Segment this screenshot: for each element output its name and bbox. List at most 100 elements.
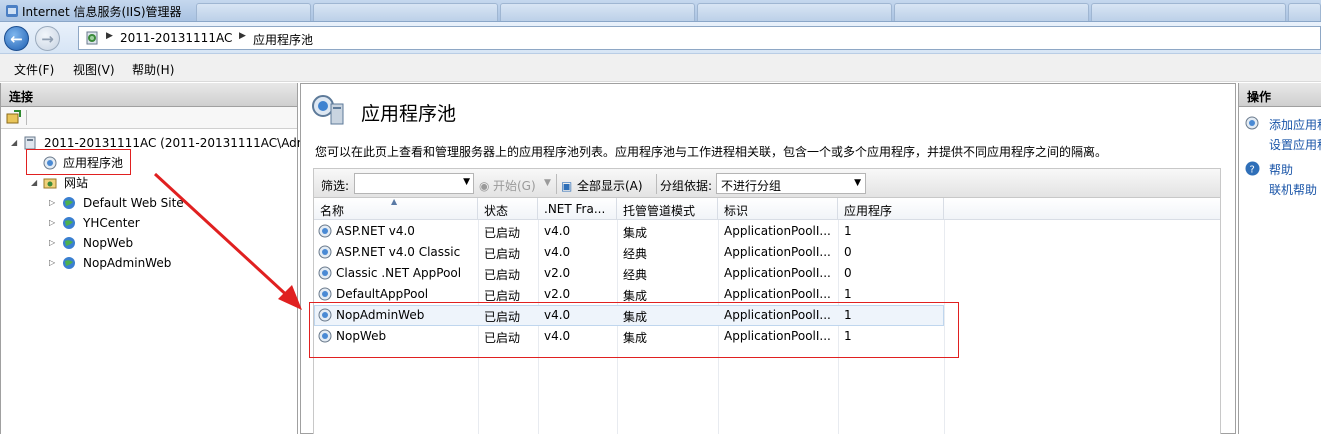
table-row[interactable]: ASP.NET v4.0 已启动 v4.0 集成 ApplicationPool…	[314, 221, 944, 242]
cell-identity: ApplicationPoolI...	[724, 287, 831, 301]
tree-label-sites: 网站	[64, 176, 89, 190]
app-pool-icon	[318, 266, 332, 280]
start-dropdown-arrow-icon[interactable]: ▼	[544, 178, 551, 188]
group-by-value: 不进行分组	[721, 179, 782, 193]
cell-status: 已启动	[484, 268, 521, 282]
cell-pipeline: 集成	[623, 226, 648, 240]
dropdown-arrow-icon[interactable]: ▼	[854, 178, 861, 188]
main-pane: 应用程序池 您可以在此页上查看和管理服务器上的应用程序池列表。应用程序池与工作进…	[300, 83, 1236, 434]
annotation-box-app-pools	[26, 149, 131, 175]
group-by-label: 分组依据:	[660, 179, 713, 193]
expand-arrow-icon[interactable]: ▷	[49, 254, 55, 272]
back-button[interactable]: ←	[4, 26, 29, 51]
show-all-button[interactable]: ▣ 全部显示(A)	[561, 177, 643, 194]
collapse-arrow-icon[interactable]: ◢	[11, 134, 17, 152]
show-all-label: 全部显示(A)	[577, 179, 643, 193]
breadcrumb-app-pools[interactable]: 应用程序池	[253, 31, 313, 48]
page-description: 您可以在此页上查看和管理服务器上的应用程序池列表。应用程序池与工作进程相关联，包…	[315, 145, 1108, 159]
table-row[interactable]: ASP.NET v4.0 Classic 已启动 v4.0 经典 Applica…	[314, 242, 944, 263]
cell-status: 已启动	[484, 247, 521, 261]
cell-name: DefaultAppPool	[336, 287, 429, 301]
column-header-label: 标识	[724, 204, 749, 218]
sites-folder-icon	[43, 178, 57, 189]
back-arrow-icon: ←	[10, 30, 23, 48]
background-tab[interactable]	[1288, 3, 1321, 21]
menu-file[interactable]: 文件(F)	[14, 61, 54, 78]
filter-toolbar: 筛选: ▼ ◉ 开始(G) ▼ ▣ 全部显示(A) 分组依据: 不进行分组 ▼	[313, 168, 1221, 198]
server-icon	[86, 31, 98, 45]
breadcrumb-server[interactable]: 2011-20131111AC	[120, 31, 232, 45]
column-header-net-framework[interactable]: .NET Fra...	[538, 198, 617, 220]
column-header-identity[interactable]: 标识	[718, 198, 838, 220]
forward-button[interactable]: →	[35, 26, 60, 51]
cell-name: Classic .NET AppPool	[336, 266, 462, 280]
cell-net-version: v4.0	[544, 245, 571, 259]
column-header-pipeline[interactable]: 托管管道模式	[617, 198, 718, 220]
window-title: Internet 信息服务(IIS)管理器	[22, 5, 182, 19]
toolbar-divider	[656, 174, 657, 194]
tree-label-site: YHCenter	[83, 216, 140, 230]
menu-help[interactable]: 帮助(H)	[132, 61, 174, 78]
title-bar: Internet 信息服务(IIS)管理器	[0, 0, 1321, 22]
background-tab[interactable]	[697, 3, 892, 21]
address-bar: ← → ▶ 2011-20131111AC ▶ 应用程序池	[0, 22, 1321, 54]
help-link[interactable]: 帮助	[1269, 161, 1293, 178]
connect-icon[interactable]	[6, 110, 21, 125]
background-tab[interactable]	[313, 3, 498, 21]
column-header-label: 状态	[484, 204, 509, 218]
add-app-pool-icon	[1245, 116, 1259, 130]
breadcrumb-separator-icon: ▶	[239, 31, 246, 41]
cell-pipeline: 经典	[623, 268, 648, 282]
column-header-applications[interactable]: 应用程序	[838, 198, 944, 220]
group-by-select[interactable]: 不进行分组 ▼	[716, 173, 866, 194]
tree-label-site: NopWeb	[83, 236, 134, 250]
background-tab[interactable]	[500, 3, 695, 21]
cell-identity: ApplicationPoolI...	[724, 224, 831, 238]
forward-arrow-icon: →	[41, 30, 54, 48]
start-button[interactable]: ◉ 开始(G)	[479, 177, 536, 194]
cell-applications: 1	[844, 224, 852, 238]
background-tab[interactable]	[894, 3, 1089, 21]
filter-label: 筛选:	[321, 179, 350, 193]
toolbar-divider	[26, 110, 27, 125]
online-help-link[interactable]: 联机帮助	[1269, 181, 1317, 198]
column-header-name[interactable]: 名称 ▲	[314, 198, 478, 220]
globe-icon	[63, 257, 75, 269]
expand-arrow-icon[interactable]: ▷	[49, 214, 55, 232]
dropdown-arrow-icon[interactable]: ▼	[463, 177, 470, 187]
column-header-status[interactable]: 状态	[478, 198, 538, 220]
background-tab[interactable]	[1091, 3, 1286, 21]
annotation-box-rows	[309, 302, 959, 358]
globe-icon	[63, 197, 75, 209]
breadcrumb[interactable]: ▶ 2011-20131111AC ▶ 应用程序池	[78, 26, 1321, 50]
help-icon: ?	[1245, 161, 1260, 176]
binoculars-icon: ◉	[479, 179, 490, 193]
column-header-label: 托管管道模式	[623, 204, 696, 218]
menu-view[interactable]: 视图(V)	[73, 61, 115, 78]
app-pool-icon	[318, 245, 332, 259]
tree-label-site: Default Web Site	[83, 196, 184, 210]
iis-app-icon	[6, 5, 18, 17]
cell-net-version: v2.0	[544, 287, 571, 301]
cell-applications: 0	[844, 245, 852, 259]
tree-label-site: NopAdminWeb	[83, 256, 172, 270]
collapse-arrow-icon[interactable]: ◢	[31, 174, 37, 192]
cell-identity: ApplicationPoolI...	[724, 266, 831, 280]
menu-bar: 文件(F) 视图(V) 帮助(H)	[0, 54, 1321, 82]
server-icon	[24, 136, 36, 150]
set-defaults-link[interactable]: 设置应用程	[1269, 136, 1321, 153]
table-row[interactable]: Classic .NET AppPool 已启动 v2.0 经典 Applica…	[314, 263, 944, 284]
column-header-label: 应用程序	[844, 204, 893, 218]
column-header-label: .NET Fra...	[544, 202, 606, 216]
cell-name: ASP.NET v4.0	[336, 224, 415, 238]
filter-input[interactable]: ▼	[354, 173, 474, 194]
actions-header: 操作	[1239, 83, 1321, 107]
sort-ascending-icon: ▲	[391, 198, 398, 206]
expand-arrow-icon[interactable]: ▷	[49, 194, 55, 212]
start-button-label: 开始(G)	[493, 179, 536, 193]
cell-pipeline: 经典	[623, 247, 648, 261]
expand-arrow-icon[interactable]: ▷	[49, 234, 55, 252]
background-tab[interactable]	[196, 3, 311, 21]
add-app-pool-link[interactable]: 添加应用程	[1269, 116, 1321, 133]
page-title: 应用程序池	[361, 103, 457, 125]
